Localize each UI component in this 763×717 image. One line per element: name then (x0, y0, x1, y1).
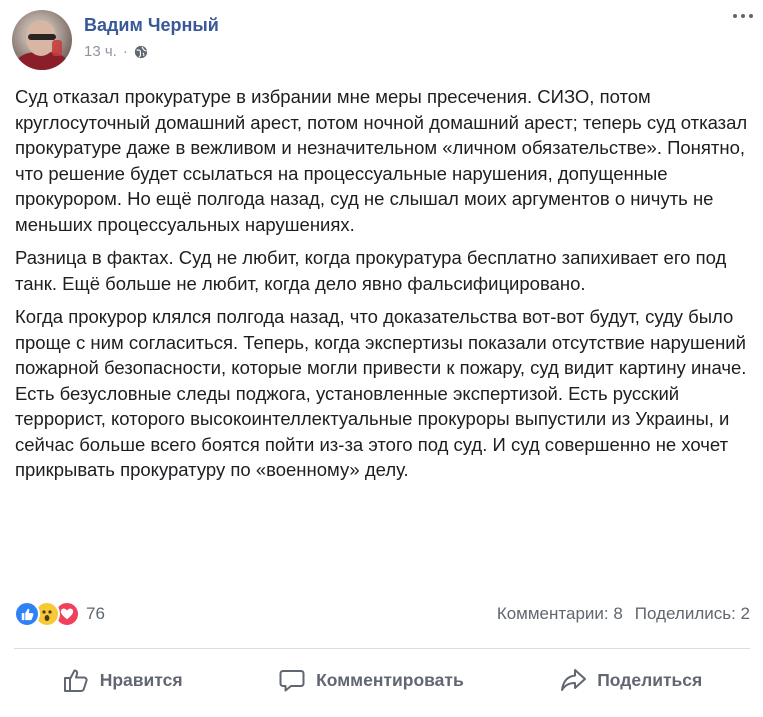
like-button[interactable]: Нравится (52, 660, 193, 700)
share-arrow-icon (561, 669, 587, 691)
shares-count-link[interactable]: Поделились: 2 (635, 604, 750, 624)
post-stats: 76 Комментарии: 8 Поделились: 2 (14, 598, 750, 630)
comments-count-link[interactable]: Комментарии: 8 (497, 604, 623, 624)
author-avatar[interactable] (12, 10, 72, 70)
actions-divider (14, 648, 750, 649)
author-name[interactable]: Вадим Черный (84, 14, 219, 36)
share-button-label: Поделиться (597, 669, 703, 690)
post-header: Вадим Черный 13 ч. · (12, 10, 219, 70)
post-paragraph-3: Когда прокурор клялся полгода назад, что… (15, 306, 747, 480)
engagement-counts: Комментарии: 8 Поделились: 2 (497, 604, 750, 624)
more-dot (741, 14, 745, 18)
author-info: Вадим Черный 13 ч. · (84, 14, 219, 61)
post-paragraph-1: Суд отказал прокуратуре в избрании мне м… (15, 86, 748, 235)
comment-button-label: Комментировать (316, 669, 464, 690)
post-text: Суд отказал прокуратуре в избрании мне м… (15, 84, 757, 491)
like-reaction-icon (14, 601, 40, 627)
like-button-label: Нравится (99, 669, 183, 690)
facebook-post: Вадим Черный 13 ч. · Суд отказал прокура… (0, 0, 763, 717)
post-timestamp[interactable]: 13 ч. (84, 43, 117, 61)
post-meta: 13 ч. · (84, 43, 219, 61)
comment-bubble-icon (279, 670, 305, 692)
thumbs-up-icon (63, 669, 88, 692)
comment-button[interactable]: Комментировать (268, 660, 474, 700)
avatar-glasses (28, 34, 56, 40)
more-options-icon[interactable] (733, 14, 753, 26)
meta-separator: · (122, 43, 128, 60)
reactions-summary[interactable]: 76 (14, 601, 105, 627)
reaction-count: 76 (86, 604, 105, 623)
more-dot (749, 14, 753, 18)
post-paragraph-2: Разница в фактах. Суд не любит, когда пр… (15, 247, 727, 294)
share-button[interactable]: Поделиться (549, 660, 712, 700)
globe-icon[interactable] (134, 45, 148, 59)
avatar-wine-glass (52, 40, 62, 56)
post-actions: Нравится Комментировать Поделиться (14, 655, 750, 705)
more-dot (733, 14, 737, 18)
